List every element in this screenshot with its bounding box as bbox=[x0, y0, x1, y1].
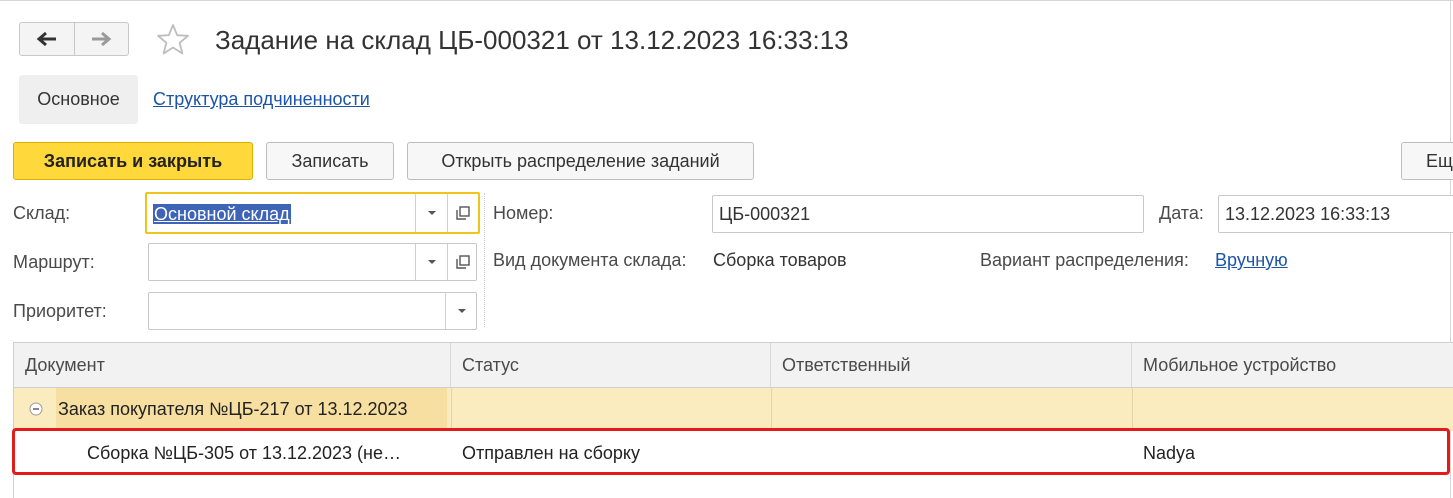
row-highlight-frame bbox=[12, 428, 1450, 475]
priority-label: Приоритет: bbox=[13, 301, 107, 321]
dropdown-arrow-icon bbox=[427, 260, 436, 264]
doc-type-value: Сборка товаров bbox=[713, 250, 847, 270]
distribution-label: Вариант распределения: bbox=[980, 250, 1189, 270]
doc-type-label: Вид документа склада: bbox=[493, 250, 687, 270]
arrow-right-icon bbox=[92, 31, 112, 47]
column-header-status[interactable]: Статус bbox=[451, 343, 771, 387]
group-label: Заказ покупателя №ЦБ-217 от 13.12.2023 bbox=[58, 399, 408, 419]
column-header-device[interactable]: Мобильное устройство bbox=[1132, 343, 1453, 387]
warehouse-label: Склад: bbox=[13, 203, 71, 223]
save-and-close-button[interactable]: Записать и закрыть bbox=[13, 142, 253, 180]
favorite-button[interactable] bbox=[155, 22, 191, 58]
dropdown-arrow-icon bbox=[427, 211, 436, 215]
nav-button-group bbox=[19, 22, 129, 56]
route-field[interactable] bbox=[148, 243, 477, 281]
number-value: ЦБ-000321 bbox=[719, 204, 811, 224]
warehouse-dropdown-button[interactable] bbox=[415, 194, 447, 232]
forward-button[interactable] bbox=[73, 23, 129, 55]
star-outline-icon bbox=[157, 24, 189, 55]
priority-field[interactable] bbox=[148, 292, 477, 330]
open-distribution-button[interactable]: Открыть распределение заданий bbox=[407, 142, 754, 180]
dropdown-arrow-icon bbox=[457, 309, 466, 313]
date-label: Дата: bbox=[1159, 203, 1204, 223]
tab-main[interactable]: Основное bbox=[19, 75, 138, 124]
cell-divider bbox=[1132, 388, 1133, 431]
warehouse-value: Основной склад bbox=[153, 204, 291, 224]
number-label: Номер: bbox=[493, 203, 554, 223]
column-separator bbox=[484, 193, 485, 327]
more-button[interactable]: Ещ bbox=[1401, 142, 1453, 180]
column-header-responsible[interactable]: Ответственный bbox=[771, 343, 1132, 387]
number-field[interactable]: ЦБ-000321 bbox=[712, 195, 1144, 233]
collapse-icon[interactable] bbox=[29, 402, 43, 416]
date-value: 13.12.2023 16:33:13 bbox=[1225, 204, 1391, 224]
date-field[interactable]: 13.12.2023 16:33:13 bbox=[1218, 195, 1453, 233]
table-header: Документ Статус Ответственный Мобильное … bbox=[14, 343, 1453, 388]
priority-dropdown-button[interactable] bbox=[445, 293, 477, 329]
window-top-border bbox=[0, 0, 1453, 1]
page-title: Задание на склад ЦБ-000321 от 13.12.2023… bbox=[215, 25, 849, 55]
arrow-left-icon bbox=[36, 31, 56, 47]
back-button[interactable] bbox=[20, 23, 74, 55]
open-form-icon bbox=[456, 206, 470, 220]
open-form-icon bbox=[456, 255, 470, 269]
tab-subordination-structure[interactable]: Структура подчиненности bbox=[153, 89, 370, 110]
warehouse-open-button[interactable] bbox=[447, 194, 478, 232]
cell-divider bbox=[771, 388, 772, 431]
save-button[interactable]: Записать bbox=[266, 142, 394, 180]
table-group-row[interactable]: Заказ покупателя №ЦБ-217 от 13.12.2023 bbox=[14, 388, 1453, 431]
warehouse-field[interactable]: Основной склад bbox=[145, 192, 480, 234]
distribution-link[interactable]: Вручную bbox=[1215, 250, 1288, 271]
route-dropdown-button[interactable] bbox=[415, 244, 447, 280]
route-open-button[interactable] bbox=[447, 244, 478, 280]
cell-divider bbox=[451, 388, 452, 431]
route-label: Маршрут: bbox=[13, 252, 95, 272]
column-header-document[interactable]: Документ bbox=[14, 343, 451, 387]
